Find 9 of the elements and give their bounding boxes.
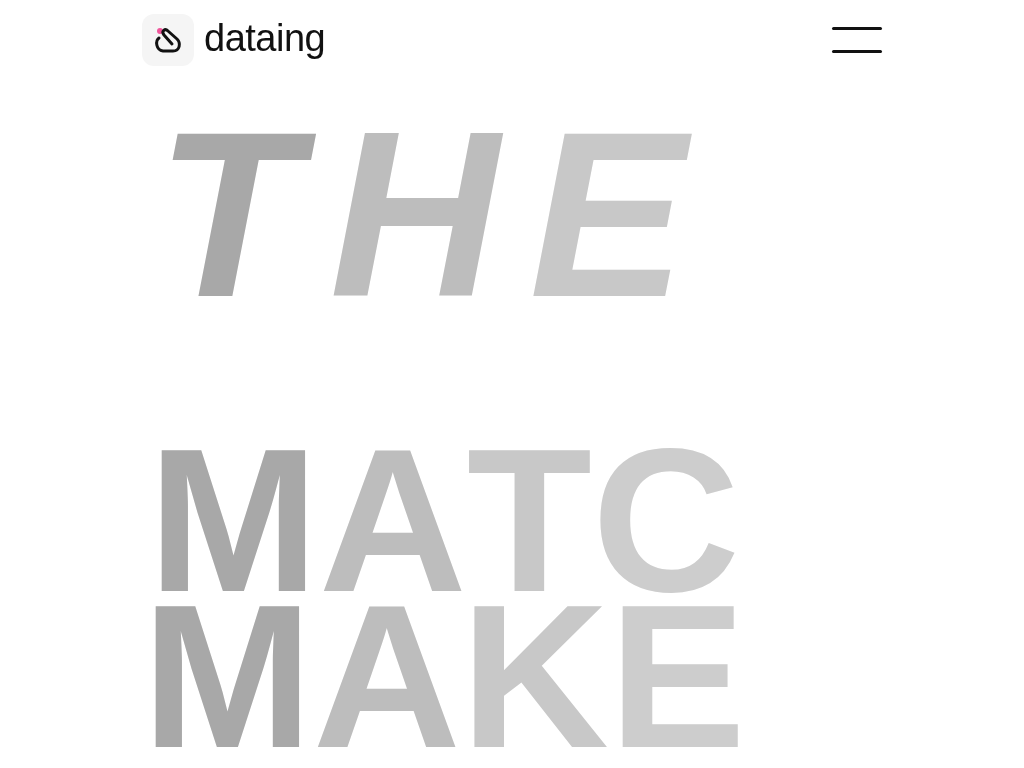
headline-letter: A	[312, 598, 461, 754]
menu-icon[interactable]	[832, 27, 882, 53]
headline-letter: T	[142, 97, 316, 332]
headline-letter: M	[142, 598, 313, 754]
headline-letter: H	[328, 97, 504, 332]
headline-letter: M	[148, 442, 319, 598]
logo-icon	[142, 14, 194, 66]
headline-letter: A	[318, 442, 467, 598]
logo-text: dataing	[204, 19, 326, 61]
